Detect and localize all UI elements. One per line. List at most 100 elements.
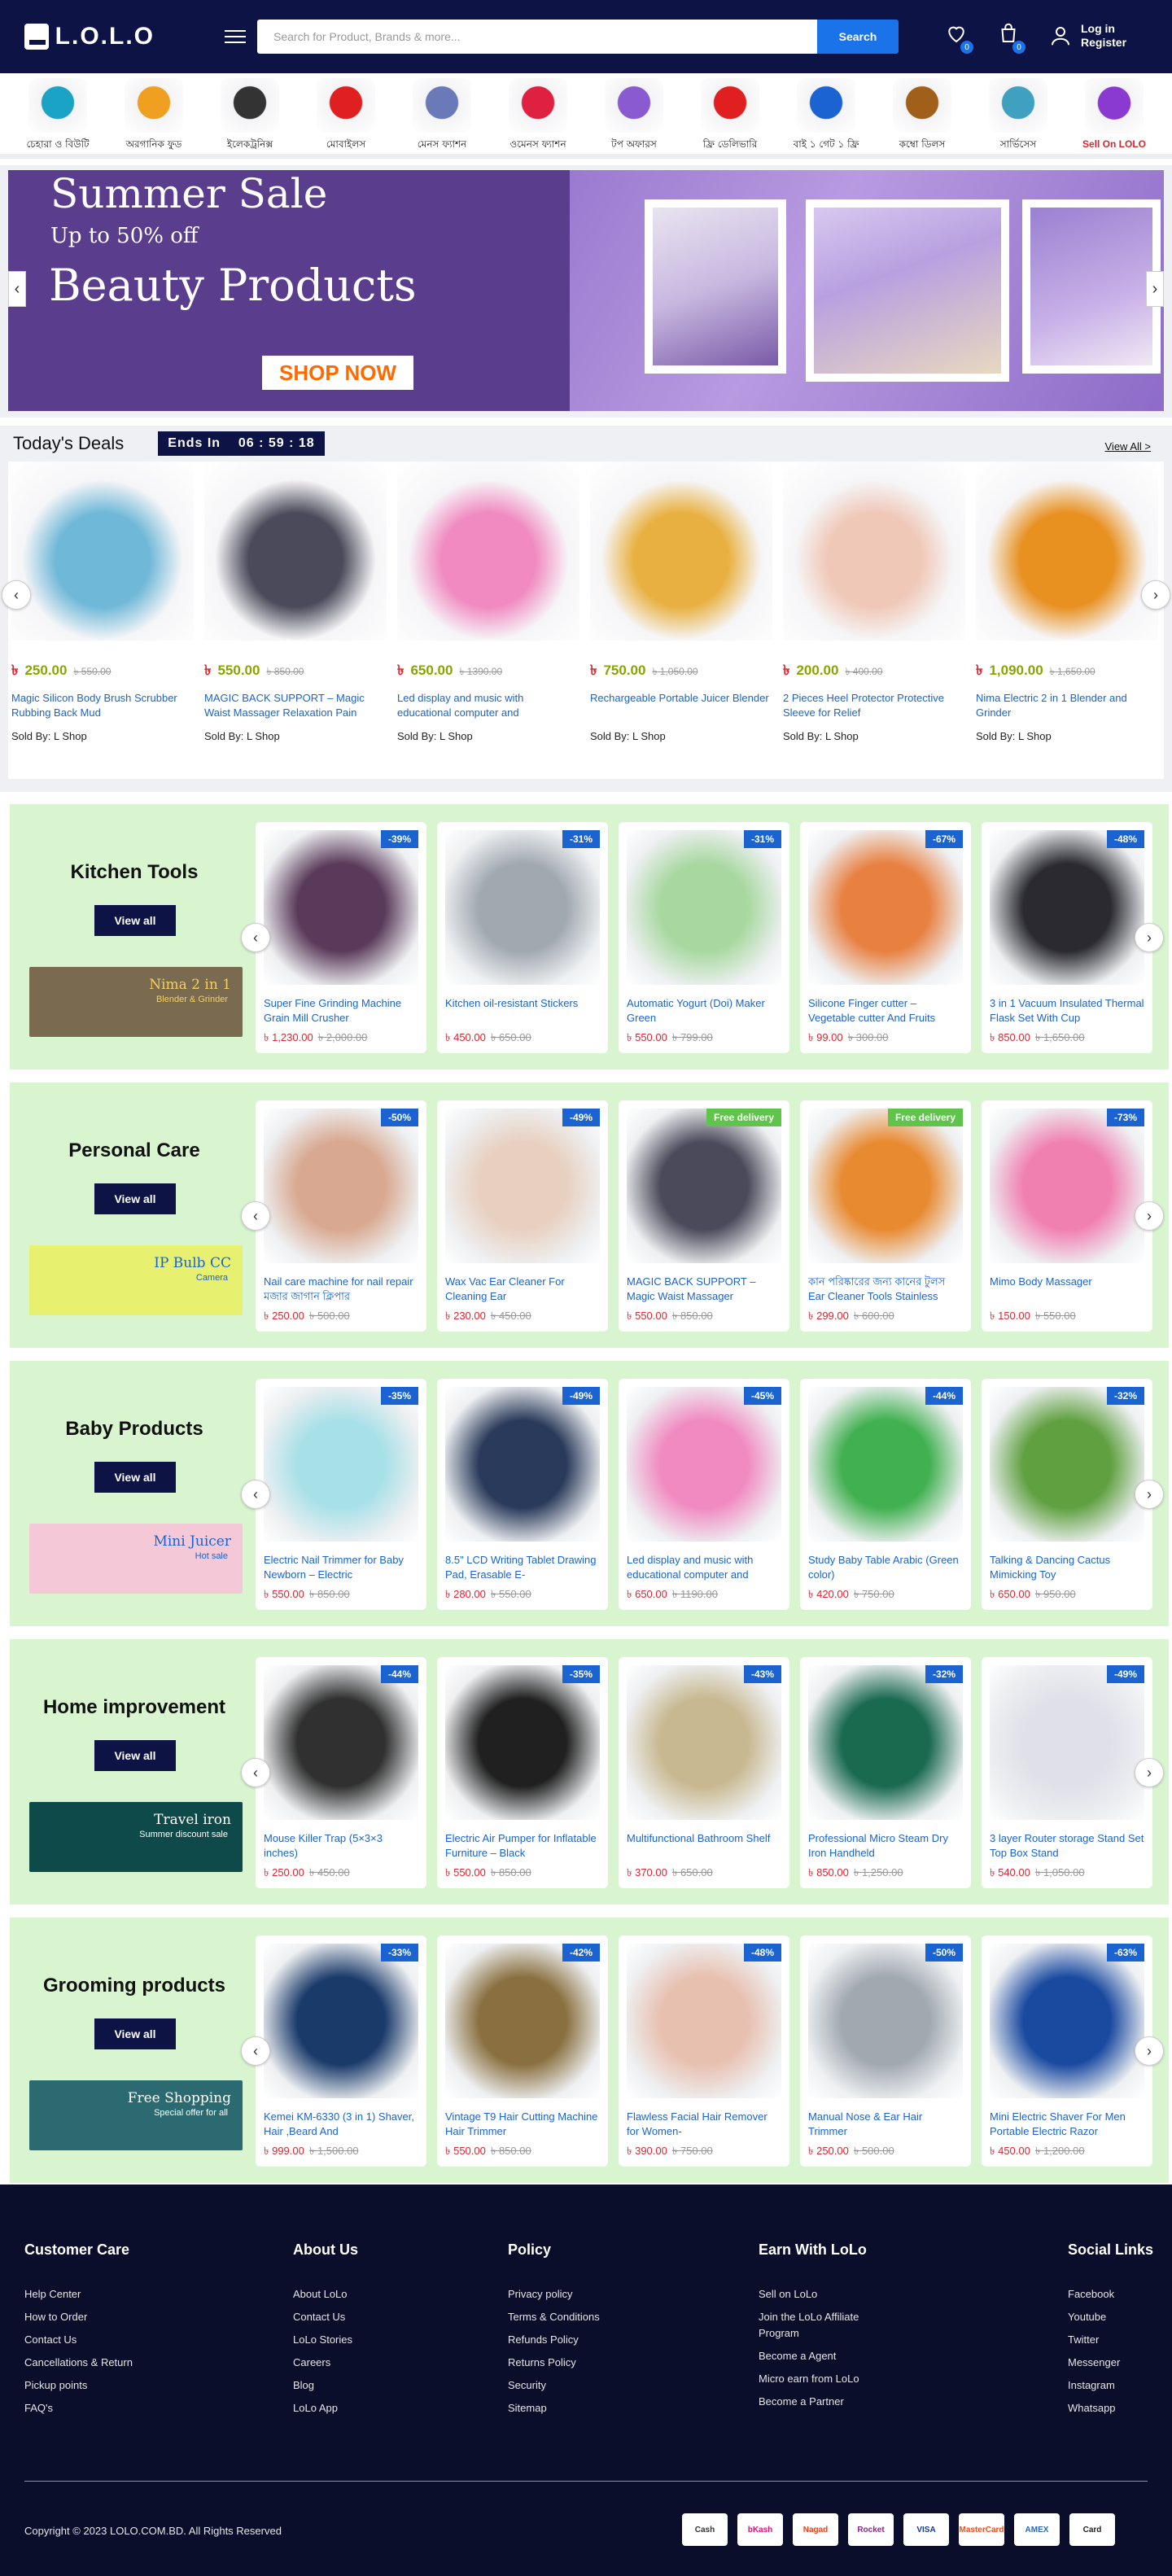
product-card[interactable]: -35% Electric Air Pumper for Inflatable F… bbox=[437, 1657, 608, 1888]
footer-link[interactable]: Pickup points bbox=[24, 2377, 187, 2394]
product-image[interactable] bbox=[264, 1665, 418, 1820]
shop-now-button[interactable]: SHOP NOW bbox=[262, 356, 413, 390]
product-image[interactable] bbox=[990, 1944, 1144, 2098]
category-item[interactable]: টপ অফারস bbox=[599, 78, 669, 154]
footer-link[interactable]: Whatsapp bbox=[1068, 2400, 1172, 2416]
deal-card[interactable]: ৳ 550.00 ৳ 850.00 MAGIC BACK SUPPORT – Magi… bbox=[204, 461, 387, 779]
product-name[interactable]: Nail care machine for nail repair মজার জ… bbox=[264, 1275, 418, 1304]
product-image[interactable] bbox=[808, 1387, 963, 1542]
product-card[interactable]: -67% Silicone Finger cutter – Vegetable c… bbox=[800, 822, 971, 1053]
section-promo-banner[interactable]: Mini Juicer Hot sale bbox=[29, 1524, 243, 1594]
product-image[interactable] bbox=[264, 1387, 418, 1542]
product-name[interactable]: Talking & Dancing Cactus Mimicking Toy bbox=[990, 1553, 1144, 1582]
deal-product-image[interactable] bbox=[397, 461, 579, 641]
section-next-arrow-icon[interactable]: › bbox=[1135, 1758, 1164, 1787]
hero-next-arrow-icon[interactable]: › bbox=[1146, 271, 1164, 307]
product-name[interactable]: Mimo Body Massager bbox=[990, 1275, 1144, 1304]
footer-link[interactable]: Sell on LoLo bbox=[759, 2286, 889, 2303]
section-promo-banner[interactable]: Free Shopping Special offer for all bbox=[29, 2080, 243, 2150]
category-item[interactable]: কম্বো ডিলস bbox=[887, 78, 957, 154]
section-view-all-button[interactable]: View all bbox=[94, 1183, 176, 1214]
product-image[interactable] bbox=[627, 1109, 781, 1263]
product-name[interactable]: কান পরিষ্কারের জন্য কানের টুলস Ear Clean… bbox=[808, 1275, 963, 1304]
deal-card[interactable]: ৳ 200.00 ৳ 400.00 2 Pieces Heel Protector P… bbox=[783, 461, 965, 779]
product-name[interactable]: Mouse Killer Trap (5×3×3 inches) bbox=[264, 1831, 418, 1861]
footer-link[interactable]: Privacy policy bbox=[508, 2286, 671, 2303]
footer-link[interactable]: Returns Policy bbox=[508, 2355, 671, 2371]
product-card[interactable]: -31% Kitchen oil-resistant Stickers ৳ 450.… bbox=[437, 822, 608, 1053]
footer-link[interactable]: LoLo Stories bbox=[293, 2332, 456, 2348]
footer-link[interactable]: Facebook bbox=[1068, 2286, 1172, 2303]
product-image[interactable] bbox=[264, 1944, 418, 2098]
product-name[interactable]: Automatic Yogurt (Doi) Maker Green bbox=[627, 996, 781, 1026]
product-name[interactable]: MAGIC BACK SUPPORT – Magic Waist Massage… bbox=[627, 1275, 781, 1304]
footer-link[interactable]: Micro earn from LoLo bbox=[759, 2371, 889, 2387]
category-item[interactable]: বাই ১ গেট ১ ফ্রি bbox=[791, 78, 861, 154]
product-card[interactable]: -32% Professional Micro Steam Dry Iron Ha… bbox=[800, 1657, 971, 1888]
account-link[interactable]: Log in Register bbox=[1048, 22, 1126, 50]
product-card[interactable]: -49% Wax Vac Ear Cleaner For Cleaning Ear… bbox=[437, 1100, 608, 1332]
product-name[interactable]: Electric Nail Trimmer for Baby Newborn –… bbox=[264, 1553, 418, 1582]
section-promo-banner[interactable]: Travel iron Summer discount sale bbox=[29, 1802, 243, 1872]
product-name[interactable]: 3 in 1 Vacuum Insulated Thermal Flask Se… bbox=[990, 996, 1144, 1026]
footer-link[interactable]: Careers bbox=[293, 2355, 456, 2371]
product-name[interactable]: 3 layer Router storage Stand Set Top Box… bbox=[990, 1831, 1144, 1861]
deals-prev-arrow-icon[interactable]: ‹ bbox=[2, 580, 31, 610]
product-image[interactable] bbox=[808, 1109, 963, 1263]
product-card[interactable]: -50% Nail care machine for nail repair মজ… bbox=[256, 1100, 426, 1332]
footer-link[interactable]: How to Order bbox=[24, 2309, 187, 2325]
product-card[interactable]: -44% Mouse Killer Trap (5×3×3 inches) ৳ 25… bbox=[256, 1657, 426, 1888]
deals-view-all-link[interactable]: View All > bbox=[1105, 440, 1152, 453]
footer-link[interactable]: Become a Agent bbox=[759, 2348, 889, 2364]
footer-link[interactable]: FAQ's bbox=[24, 2400, 187, 2416]
footer-link[interactable]: Sitemap bbox=[508, 2400, 671, 2416]
product-name[interactable]: Study Baby Table Arabic (Green color) bbox=[808, 1553, 963, 1582]
category-item[interactable]: সার্ভিসেস bbox=[983, 78, 1053, 154]
product-image[interactable] bbox=[264, 830, 418, 985]
section-view-all-button[interactable]: View all bbox=[94, 2018, 176, 2049]
product-name[interactable]: Kitchen oil-resistant Stickers bbox=[445, 996, 600, 1026]
product-name[interactable]: Silicone Finger cutter – Vegetable cutte… bbox=[808, 996, 963, 1026]
product-name[interactable]: Professional Micro Steam Dry Iron Handhe… bbox=[808, 1831, 963, 1861]
deal-card[interactable]: ৳ 750.00 ৳ 1,050.00 Rechargeable Portable J… bbox=[590, 461, 772, 779]
deal-product-image[interactable] bbox=[11, 461, 194, 641]
product-card[interactable]: -43% Multifunctional Bathroom Shelf ৳ 370.… bbox=[619, 1657, 789, 1888]
product-name[interactable]: 8.5" LCD Writing Tablet Drawing Pad, Era… bbox=[445, 1553, 600, 1582]
footer-link[interactable]: About LoLo bbox=[293, 2286, 456, 2303]
login-link[interactable]: Log in bbox=[1081, 22, 1126, 36]
product-card[interactable]: -32% Talking & Dancing Cactus Mimicking T… bbox=[982, 1379, 1152, 1610]
section-view-all-button[interactable]: View all bbox=[94, 1740, 176, 1771]
deal-product-name[interactable]: Nima Electric 2 in 1 Blender and Grinder bbox=[976, 691, 1158, 720]
product-image[interactable] bbox=[990, 1109, 1144, 1263]
footer-link[interactable]: Join the LoLo Affiliate Program bbox=[759, 2309, 889, 2342]
deal-product-name[interactable]: Rechargeable Portable Juicer Blender bbox=[590, 691, 772, 720]
product-name[interactable]: Wax Vac Ear Cleaner For Cleaning Ear bbox=[445, 1275, 600, 1304]
section-promo-banner[interactable]: Nima 2 in 1 Blender & Grinder bbox=[29, 967, 243, 1037]
product-card[interactable]: Free delivery MAGIC BACK SUPPORT – Magic … bbox=[619, 1100, 789, 1332]
product-name[interactable]: Mini Electric Shaver For Men Portable El… bbox=[990, 2110, 1144, 2139]
deal-card[interactable]: ৳ 250.00 ৳ 550.00 Magic Silicon Body Brush … bbox=[11, 461, 194, 779]
hero-slide[interactable]: Summer Sale Up to 50% off Beauty Product… bbox=[8, 170, 1164, 411]
product-image[interactable] bbox=[627, 1387, 781, 1542]
section-next-arrow-icon[interactable]: › bbox=[1135, 1480, 1164, 1509]
product-image[interactable] bbox=[627, 1665, 781, 1820]
section-next-arrow-icon[interactable]: › bbox=[1135, 1201, 1164, 1231]
product-image[interactable] bbox=[445, 1665, 600, 1820]
category-item[interactable]: Sell On LOLO bbox=[1079, 78, 1149, 154]
footer-link[interactable]: Help Center bbox=[24, 2286, 187, 2303]
product-image[interactable] bbox=[264, 1109, 418, 1263]
product-card[interactable]: -31% Automatic Yogurt (Doi) Maker Green ৳ … bbox=[619, 822, 789, 1053]
footer-link[interactable]: Refunds Policy bbox=[508, 2332, 671, 2348]
product-card[interactable]: -48% Flawless Facial Hair Remover for Wom… bbox=[619, 1935, 789, 2167]
product-name[interactable]: Electric Air Pumper for Inflatable Furni… bbox=[445, 1831, 600, 1861]
deal-card[interactable]: ৳ 1,090.00 ৳ 1,650.00 Nima Electric 2 in 1 … bbox=[976, 461, 1158, 779]
product-image[interactable] bbox=[808, 1665, 963, 1820]
product-name[interactable]: Kemei KM-6330 (3 in 1) Shaver, Hair ,Bea… bbox=[264, 2110, 418, 2139]
product-name[interactable]: Manual Nose & Ear Hair Trimmer bbox=[808, 2110, 963, 2139]
footer-link[interactable]: Become a Partner bbox=[759, 2394, 889, 2410]
deal-product-name[interactable]: 2 Pieces Heel Protector Protective Sleev… bbox=[783, 691, 965, 720]
product-name[interactable]: Vintage T9 Hair Cutting Machine Hair Tri… bbox=[445, 2110, 600, 2139]
search-input[interactable] bbox=[257, 20, 817, 54]
category-item[interactable]: ইলেকট্রনিক্স bbox=[215, 78, 285, 154]
section-prev-arrow-icon[interactable]: ‹ bbox=[241, 2036, 270, 2066]
